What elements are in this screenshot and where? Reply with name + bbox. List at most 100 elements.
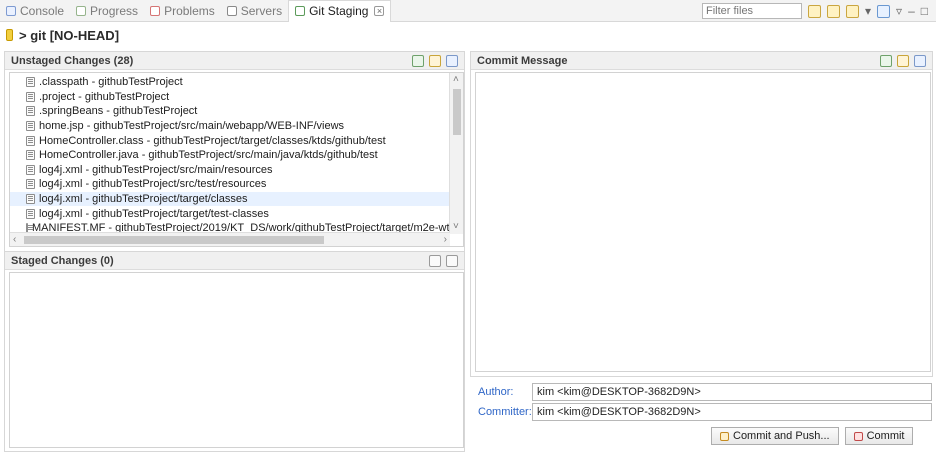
close-icon[interactable]: × (374, 6, 385, 16)
scroll-down-icon[interactable]: ˅ (453, 222, 459, 232)
refresh-icon[interactable] (808, 4, 821, 18)
author-row: Author: kim <kim@DESKTOP-3682D9N> (478, 383, 932, 401)
commit-header: Commit Message (471, 52, 932, 70)
repository-title: > git [NO-HEAD] (6, 26, 119, 44)
tab-progress[interactable]: Progress (70, 0, 144, 21)
tab-servers-label: Servers (240, 3, 283, 18)
add-all-icon[interactable] (429, 54, 441, 67)
staged-title: Staged Changes (0) (11, 254, 114, 267)
staged-file-list[interactable] (9, 272, 464, 448)
horizontal-scroll-thumb[interactable] (24, 236, 324, 244)
list-view-icon[interactable] (446, 54, 458, 67)
file-icon (26, 194, 35, 205)
scroll-up-icon[interactable]: ˄ (453, 75, 459, 85)
unstaged-header: Unstaged Changes (28) (5, 52, 464, 70)
list-item[interactable]: log4j.xml - githubTestProject/src/main/r… (10, 163, 450, 178)
file-icon (26, 179, 35, 190)
unstaged-file-list[interactable]: .classpath - githubTestProject .project … (9, 72, 464, 247)
file-label: log4j.xml - githubTestProject/src/main/r… (39, 163, 273, 176)
repository-title-text: > git [NO-HEAD] (19, 27, 120, 43)
progress-icon (76, 5, 87, 16)
remove-from-index-icon[interactable] (429, 254, 441, 267)
unstaged-title: Unstaged Changes (28) (11, 54, 134, 67)
commit-and-push-label: Commit and Push... (733, 430, 830, 442)
file-label: log4j.xml - githubTestProject/src/test/r… (39, 178, 267, 191)
dropdown-chevron-icon[interactable]: ▾ (865, 5, 871, 17)
list-item[interactable]: log4j.xml - githubTestProject/src/test/r… (10, 177, 450, 192)
file-label: .project - githubTestProject (39, 90, 170, 103)
push-icon (720, 431, 729, 441)
list-item[interactable]: HomeController.class - githubTestProject… (10, 133, 450, 148)
file-label: .springBeans - githubTestProject (39, 105, 198, 118)
unstaged-rows: .classpath - githubTestProject .project … (10, 73, 463, 236)
list-item[interactable]: .project - githubTestProject (10, 90, 450, 105)
file-icon (26, 164, 35, 175)
file-label: log4j.xml - githubTestProject/target/tes… (39, 207, 269, 220)
file-icon (26, 91, 35, 102)
repository-icon[interactable] (846, 4, 859, 18)
maximize-icon[interactable]: □ (921, 5, 928, 17)
committer-field[interactable]: kim <kim@DESKTOP-3682D9N> (532, 403, 932, 421)
filter-input[interactable] (702, 3, 802, 19)
signed-off-icon[interactable] (880, 54, 892, 67)
list-item[interactable]: .classpath - githubTestProject (10, 75, 450, 90)
tab-progress-label: Progress (90, 3, 139, 18)
file-icon (26, 135, 35, 146)
console-icon (6, 5, 16, 16)
tab-console-label: Console (20, 3, 65, 18)
file-icon (26, 106, 35, 117)
minimize-icon[interactable]: – (908, 5, 915, 17)
author-label: Author: (478, 386, 514, 398)
file-label: HomeController.class - githubTestProject… (39, 134, 386, 147)
author-field[interactable]: kim <kim@DESKTOP-3682D9N> (532, 383, 932, 401)
list-item[interactable]: HomeController.java - githubTestProject/… (10, 148, 450, 163)
tab-git-staging-label: Git Staging (309, 4, 369, 18)
servers-icon (226, 5, 237, 16)
tab-git-staging[interactable]: Git Staging × (288, 0, 392, 22)
staged-tools (429, 254, 458, 267)
sign-commit-icon[interactable] (914, 54, 926, 67)
file-label: HomeController.java - githubTestProject/… (39, 149, 378, 162)
committer-row: Committer: kim <kim@DESKTOP-3682D9N> (478, 403, 932, 421)
commit-button[interactable]: Commit (844, 427, 914, 445)
tab-problems[interactable]: Problems (144, 0, 221, 21)
file-icon (26, 121, 35, 132)
amend-icon[interactable] (897, 54, 909, 67)
scroll-right-icon[interactable]: › (444, 235, 447, 245)
vertical-scrollbar[interactable]: ˄ ˅ (449, 73, 463, 234)
staged-header: Staged Changes (0) (5, 252, 464, 270)
committer-value: kim <kim@DESKTOP-3682D9N> (537, 406, 701, 418)
add-to-index-icon[interactable] (412, 54, 424, 67)
tab-servers[interactable]: Servers (221, 0, 288, 21)
commit-buttons: Commit and Push... Commit (711, 427, 914, 445)
tabbar-tools: ▾ ▿ – □ (702, 1, 928, 21)
file-icon (26, 208, 35, 219)
horizontal-scrollbar[interactable]: ‹ › (10, 232, 450, 246)
scroll-left-icon[interactable]: ‹ (13, 235, 16, 245)
commit-icon (853, 431, 863, 441)
git-staging-window: Console Progress Problems Servers Git St… (0, 0, 936, 454)
vertical-scroll-thumb[interactable] (453, 89, 461, 135)
tab-console[interactable]: Console (0, 0, 70, 21)
file-icon (26, 77, 35, 88)
commit-label: Commit (866, 430, 905, 442)
list-item[interactable]: .springBeans - githubTestProject (10, 104, 450, 119)
remove-all-icon[interactable] (446, 254, 458, 267)
repository-title-icon (6, 29, 13, 41)
menu-chevron-icon[interactable]: ▿ (896, 5, 902, 17)
view-tab-bar: Console Progress Problems Servers Git St… (0, 0, 936, 22)
tab-problems-label: Problems (164, 3, 215, 18)
view-options-icon[interactable] (877, 4, 891, 18)
file-label: log4j.xml - githubTestProject/target/cla… (39, 193, 248, 206)
list-item[interactable]: home.jsp - githubTestProject/src/main/we… (10, 119, 450, 134)
git-staging-icon (295, 6, 306, 16)
compare-mode-icon[interactable] (827, 4, 840, 18)
author-value: kim <kim@DESKTOP-3682D9N> (537, 386, 701, 398)
file-icon (26, 150, 35, 161)
commit-message-textarea[interactable] (475, 72, 931, 372)
list-item[interactable]: log4j.xml - githubTestProject/target/tes… (10, 206, 450, 221)
list-item-selected[interactable]: log4j.xml - githubTestProject/target/cla… (10, 191, 450, 207)
file-label: .classpath - githubTestProject (39, 76, 183, 89)
committer-label: Committer: (478, 406, 532, 418)
commit-and-push-button[interactable]: Commit and Push... (711, 427, 839, 445)
